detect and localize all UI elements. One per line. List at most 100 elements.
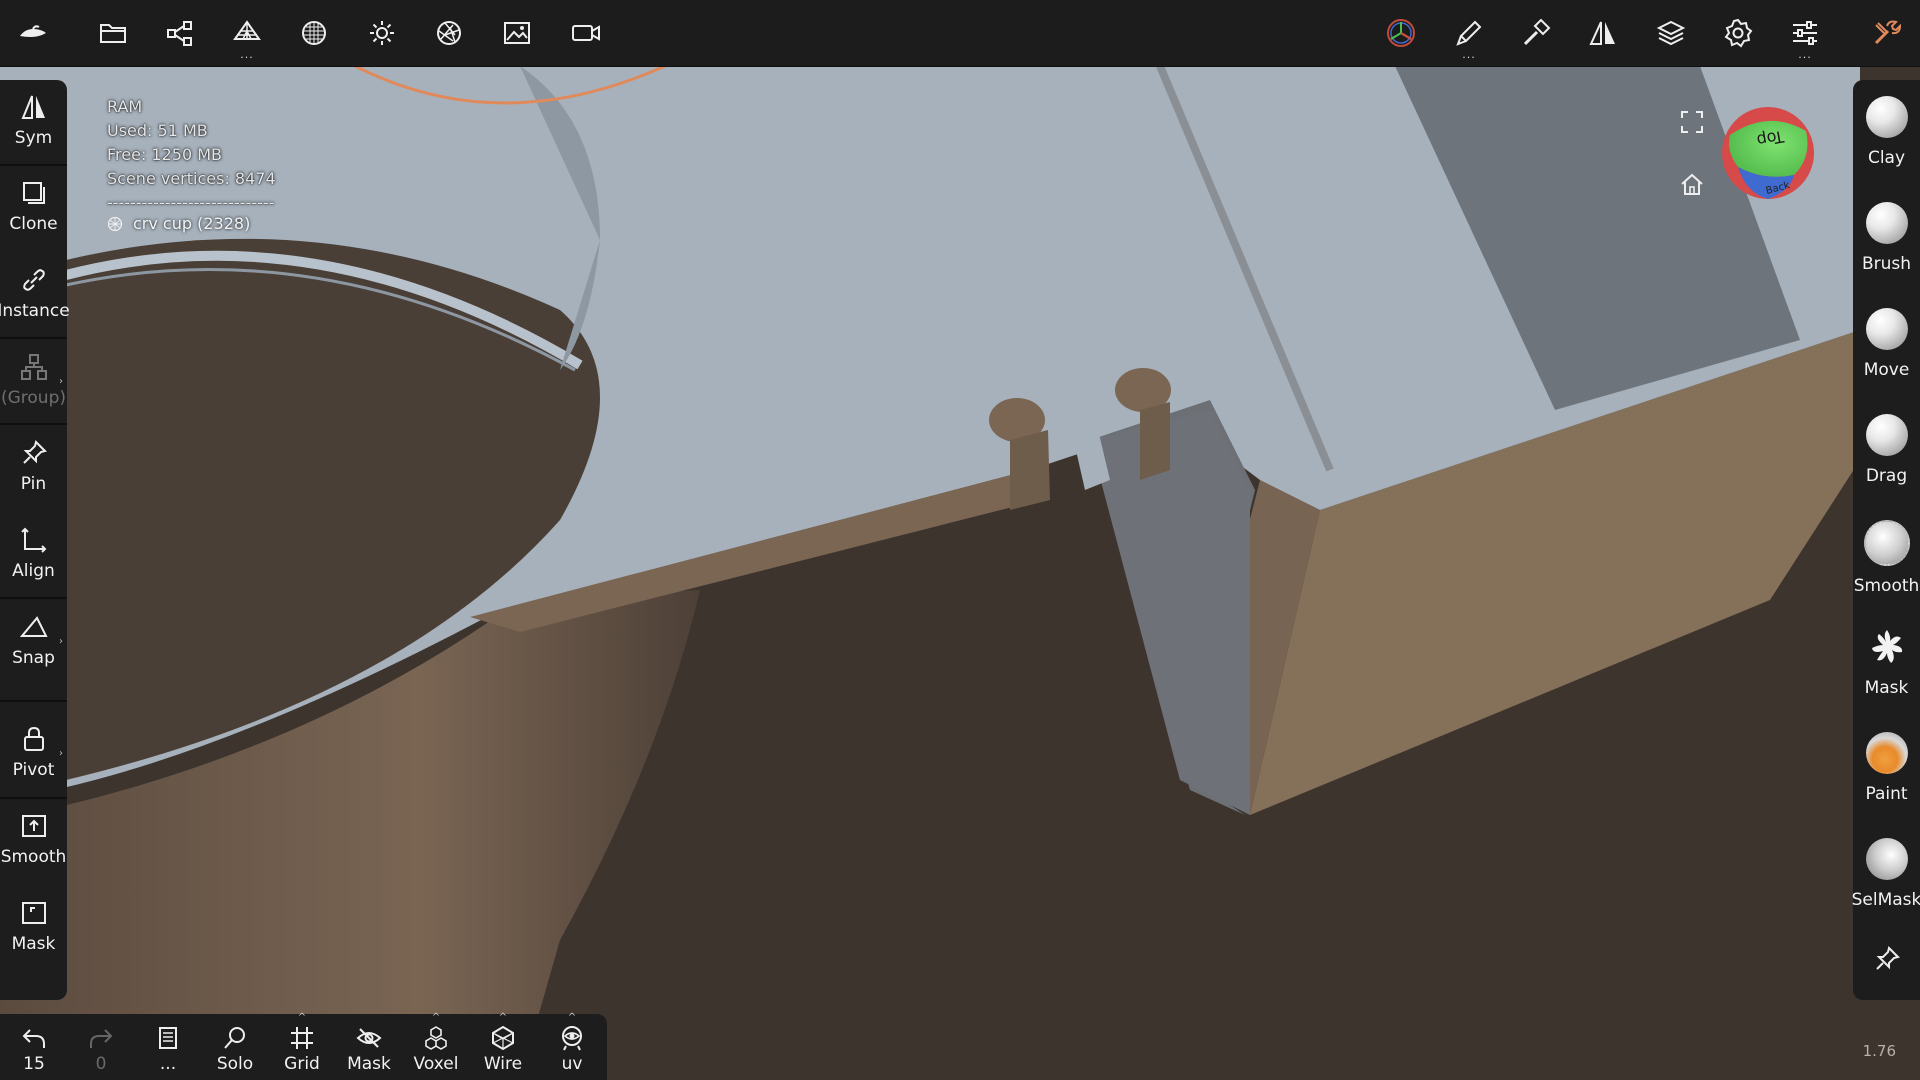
undo-button[interactable]: 15 — [2, 1014, 66, 1080]
smooth-icon — [1863, 520, 1910, 566]
more-dots: ... — [240, 48, 254, 61]
search-icon — [224, 1027, 245, 1049]
link-icon — [22, 269, 45, 291]
divider — [0, 597, 67, 599]
logo-button[interactable] — [8, 8, 58, 58]
caret-up-icon: ^ — [297, 1012, 307, 1023]
topology-button[interactable]: ... — [222, 8, 272, 61]
align-icon — [20, 527, 46, 553]
background-button[interactable] — [492, 8, 542, 58]
group-icon — [20, 354, 47, 380]
instance-button[interactable]: Instance — [0, 253, 70, 339]
selmask-tool[interactable]: SelMask — [1851, 824, 1920, 930]
fullscreen-icon[interactable] — [1678, 108, 1706, 136]
3d-viewport[interactable] — [0, 0, 1920, 1080]
redo-button[interactable]: 0 — [69, 1014, 133, 1080]
scene-vertices: Scene vertices: 8474 — [107, 169, 276, 188]
pivot-label: Pivot — [12, 760, 55, 780]
mask-label: Mask — [1864, 678, 1909, 698]
settings-button[interactable] — [1713, 8, 1763, 58]
left-tool-panel: Sym Clone Instance (Group) › Pin Align S… — [0, 80, 70, 1000]
group-button[interactable]: (Group) › — [0, 340, 67, 426]
camera-button[interactable] — [561, 8, 611, 58]
info-separator: ----------------------------- — [107, 193, 275, 212]
divider — [0, 423, 67, 425]
clay-tool[interactable]: Clay — [1853, 82, 1920, 188]
mesh-name: crv cup (2328) — [133, 214, 251, 233]
clone-button[interactable]: Clone — [0, 166, 67, 252]
pin-icon — [1875, 946, 1900, 970]
mask-visibility-button[interactable]: Mask — [337, 1014, 401, 1080]
wire-label: Wire — [483, 1054, 523, 1074]
snap-button[interactable]: Snap › — [0, 600, 67, 686]
scene-button[interactable] — [155, 8, 205, 58]
more-dots: ... — [1462, 48, 1476, 61]
drag-label: Drag — [1865, 466, 1908, 486]
mask-label: Mask — [347, 1054, 391, 1074]
material-button[interactable] — [289, 8, 339, 58]
mask-label: Mask — [11, 934, 56, 954]
paint-tool[interactable]: Paint — [1853, 718, 1920, 824]
smooth-tool[interactable]: Smooth — [1853, 506, 1920, 612]
material-icon — [302, 21, 326, 45]
tools-button[interactable] — [1511, 8, 1561, 58]
voxel-button[interactable]: ^ Voxel — [404, 1013, 468, 1080]
gizmo-button[interactable] — [1376, 8, 1426, 58]
clay-label: Clay — [1867, 148, 1906, 168]
pin-icon — [22, 440, 47, 464]
camera-aperture-icon — [437, 21, 461, 45]
voxel-icon — [425, 1026, 447, 1050]
gizmo-icon — [1387, 19, 1415, 47]
mesh-label[interactable]: crv cup (2328) — [107, 214, 250, 233]
undo-icon — [22, 1029, 45, 1048]
mesh-icon — [107, 216, 123, 231]
symmetry-button[interactable] — [1578, 8, 1628, 58]
ram-free: Free: 1250 MB — [107, 145, 223, 164]
postprocess-button[interactable] — [424, 8, 474, 58]
tools-settings-button[interactable] — [1861, 8, 1911, 58]
wire-button[interactable]: ^ Wire — [471, 1013, 535, 1080]
light-button[interactable] — [357, 8, 407, 58]
interface-button[interactable]: ... — [1780, 8, 1830, 60]
uv-button[interactable]: ^ uv — [540, 1013, 604, 1080]
solo-label: Solo — [216, 1054, 254, 1074]
view-cube[interactable]: Top Back — [1720, 105, 1816, 201]
pin-tool-button[interactable] — [1853, 930, 1920, 990]
divider — [0, 337, 67, 339]
layers-button[interactable] — [1646, 8, 1696, 58]
video-camera-icon — [572, 25, 600, 41]
mask-tool[interactable]: Mask — [1853, 612, 1920, 718]
upload-box-icon — [21, 815, 46, 837]
smooth-label: Smooth — [0, 847, 67, 867]
mask-box-button[interactable]: Mask — [0, 886, 67, 972]
paint-tool-button[interactable]: ... — [1444, 8, 1494, 61]
history-button[interactable]: ... — [136, 1014, 200, 1080]
pin-button[interactable]: Pin — [0, 426, 67, 512]
solo-button[interactable]: Solo — [203, 1014, 267, 1080]
pivot-button[interactable]: Pivot › — [0, 712, 67, 798]
sym-button[interactable]: Sym — [0, 80, 67, 166]
divider — [0, 700, 67, 702]
drag-tool[interactable]: Drag — [1853, 400, 1920, 506]
clone-icon — [22, 182, 45, 204]
brush-tool[interactable]: Brush — [1853, 188, 1920, 294]
home-icon[interactable] — [1678, 170, 1706, 198]
files-button[interactable] — [88, 8, 138, 58]
redo-icon — [90, 1029, 113, 1048]
mask-box-icon — [21, 902, 46, 924]
expand-arrow-icon: › — [59, 376, 63, 387]
brush-icon — [1865, 202, 1908, 244]
drag-icon — [1865, 414, 1908, 456]
align-button[interactable]: Align — [0, 513, 67, 599]
share-icon — [167, 21, 192, 46]
expand-arrow-icon: › — [59, 636, 63, 647]
move-tool[interactable]: Move — [1853, 294, 1920, 400]
settings-icon — [1724, 18, 1753, 48]
layers-icon — [1656, 20, 1686, 46]
smooth-mesh-button[interactable]: Smooth — [0, 799, 67, 885]
grid-button[interactable]: ^ Grid — [270, 1012, 334, 1080]
selmask-label: SelMask — [1851, 890, 1920, 910]
topology-icon — [233, 20, 261, 40]
paint-brush-icon — [1456, 20, 1482, 46]
background-image-icon — [504, 22, 530, 44]
